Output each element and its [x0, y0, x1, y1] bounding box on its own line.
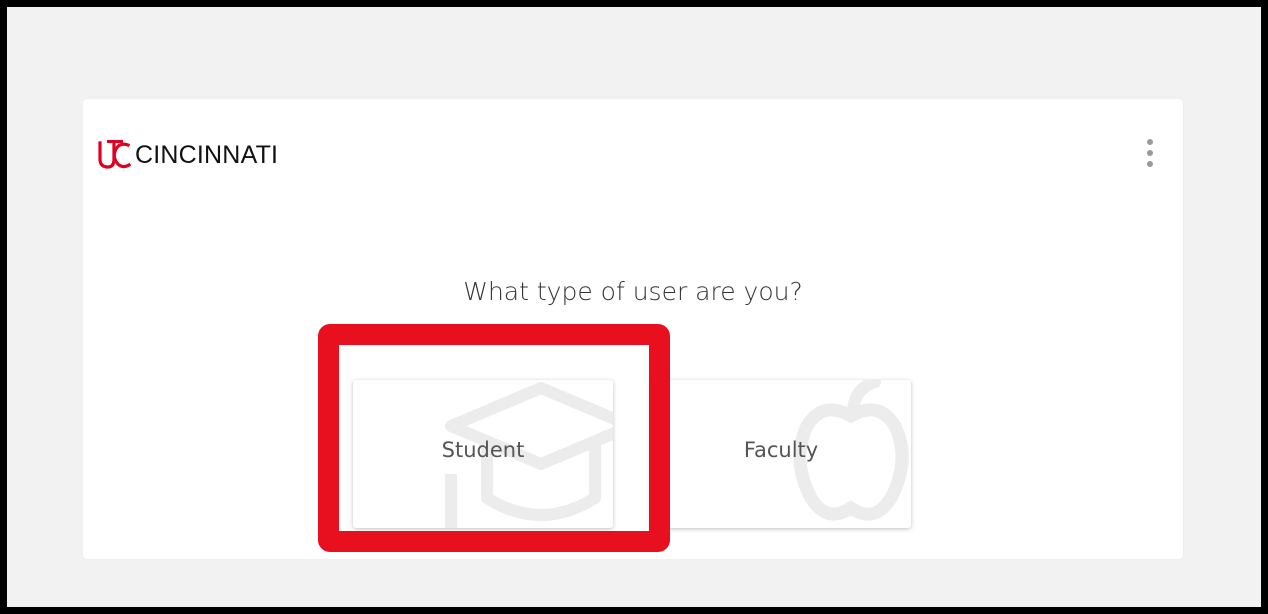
user-type-question: What type of user are you? [463, 277, 803, 306]
more-options-button[interactable] [1133, 135, 1167, 171]
faculty-option-label: Faculty [743, 438, 819, 462]
uc-logo: CINCINNATI [97, 139, 278, 171]
logo-wordmark: CINCINNATI [135, 140, 279, 169]
more-vertical-icon [1147, 139, 1153, 167]
student-option-label: Student [441, 438, 525, 462]
faculty-option-button[interactable]: Faculty [651, 380, 911, 528]
student-option-button[interactable]: Student [353, 380, 613, 528]
app-screen: CINCINNATI What type of user are you? St… [7, 7, 1261, 607]
uc-monogram-icon [98, 140, 131, 169]
login-card: CINCINNATI What type of user are you? St… [83, 99, 1183, 559]
